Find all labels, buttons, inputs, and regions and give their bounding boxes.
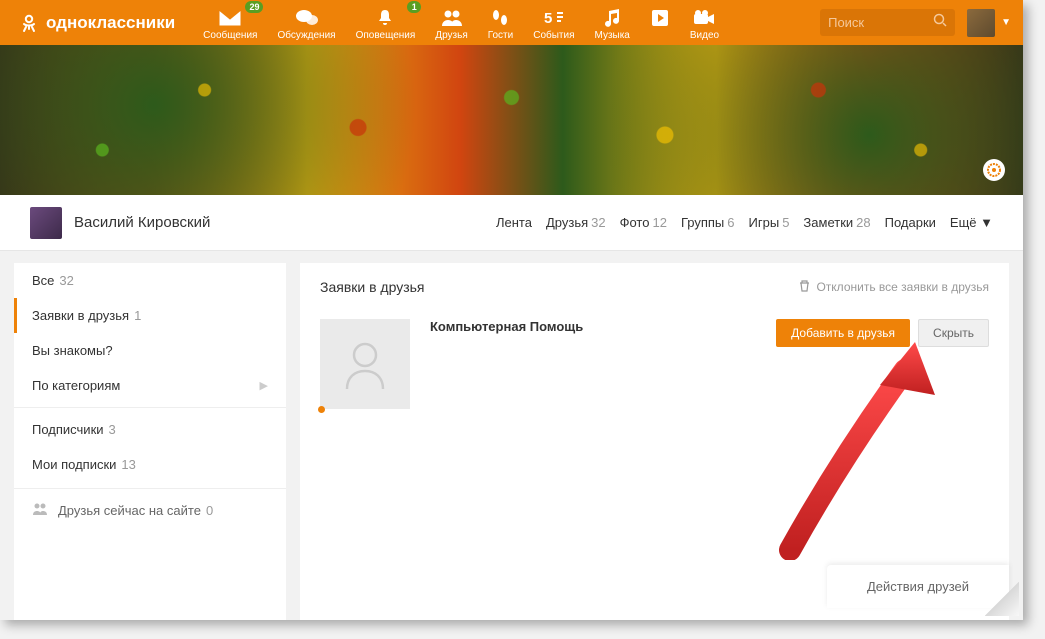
sidebar-item-all[interactable]: Все32 bbox=[14, 263, 286, 298]
nav-messages-label: Сообщения bbox=[203, 30, 257, 41]
nav-play[interactable] bbox=[640, 5, 680, 41]
ok-logo-icon bbox=[18, 12, 40, 34]
profile-tabs: Лента Друзья32 Фото12 Группы6 Игры5 Заме… bbox=[496, 215, 993, 230]
profile-bar: Василий Кировский Лента Друзья32 Фото12 … bbox=[0, 195, 1023, 251]
user-avatar[interactable] bbox=[967, 9, 995, 37]
sidebar: Все32 Заявки в друзья1 Вы знакомы? По ка… bbox=[14, 263, 286, 620]
cover-settings-icon[interactable] bbox=[983, 159, 1005, 181]
user-menu-caret-icon[interactable]: ▼ bbox=[1001, 17, 1011, 28]
profile-cover bbox=[0, 45, 1023, 195]
nav-events[interactable]: 5 События bbox=[523, 5, 584, 41]
brand-text: одноклассники bbox=[46, 13, 175, 33]
sidebar-item-subscriptions[interactable]: Мои подписки13 bbox=[14, 447, 286, 482]
tab-feed[interactable]: Лента bbox=[496, 215, 532, 230]
add-friend-button[interactable]: Добавить в друзья bbox=[776, 319, 910, 347]
bell-icon bbox=[375, 7, 395, 29]
svg-text:5: 5 bbox=[544, 10, 552, 27]
nav-play-label bbox=[658, 30, 661, 41]
tab-notes[interactable]: Заметки28 bbox=[803, 215, 870, 230]
badge-messages: 29 bbox=[245, 1, 263, 13]
topbar: одноклассники 29 Сообщения Обсуждения 1 … bbox=[0, 0, 1023, 45]
nav-music-label: Музыка bbox=[595, 30, 630, 41]
nav-events-label: События bbox=[533, 30, 574, 41]
nav-guests[interactable]: Гости bbox=[478, 5, 523, 41]
people-small-icon bbox=[32, 503, 48, 518]
profile-name[interactable]: Василий Кировский bbox=[74, 214, 210, 231]
nav-music[interactable]: Музыка bbox=[585, 5, 640, 41]
nav-friends-label: Друзья bbox=[435, 30, 467, 41]
sidebar-item-categories[interactable]: По категориям▶ bbox=[14, 368, 286, 403]
badge-notifications: 1 bbox=[407, 1, 421, 13]
content-title: Заявки в друзья bbox=[320, 279, 425, 295]
sidebar-item-subscribers[interactable]: Подписчики3 bbox=[14, 412, 286, 447]
nav-discussions[interactable]: Обсуждения bbox=[267, 5, 345, 41]
nav-friends[interactable]: Друзья bbox=[425, 5, 477, 41]
envelope-icon bbox=[218, 7, 242, 29]
online-dot-icon bbox=[318, 406, 325, 413]
logo[interactable]: одноклассники bbox=[18, 12, 175, 34]
video-icon bbox=[692, 7, 716, 29]
events-icon: 5 bbox=[543, 7, 565, 29]
nav-notifications-label: Оповещения bbox=[356, 30, 416, 41]
content-header: Заявки в друзья Отклонить все заявки в д… bbox=[320, 279, 989, 295]
sidebar-item-online[interactable]: Друзья сейчас на сайте0 bbox=[14, 488, 286, 532]
request-actions: Добавить в друзья Скрыть bbox=[776, 319, 989, 347]
footsteps-icon bbox=[489, 7, 511, 29]
nav-guests-label: Гости bbox=[488, 30, 513, 41]
sidebar-item-familiar[interactable]: Вы знакомы? bbox=[14, 333, 286, 368]
tab-more[interactable]: Ещё ▼ bbox=[950, 215, 993, 230]
hide-button[interactable]: Скрыть bbox=[918, 319, 989, 347]
nav-messages[interactable]: 29 Сообщения bbox=[193, 5, 267, 41]
profile-avatar[interactable] bbox=[30, 207, 62, 239]
tab-photo[interactable]: Фото12 bbox=[620, 215, 667, 230]
nav-items: 29 Сообщения Обсуждения 1 Оповещения Дру… bbox=[193, 5, 729, 41]
friend-request-row: Компьютерная Помощь Добавить в друзья Ск… bbox=[320, 313, 989, 415]
sidebar-item-requests[interactable]: Заявки в друзья1 bbox=[14, 298, 286, 333]
music-icon bbox=[602, 7, 622, 29]
page-curl-icon bbox=[985, 582, 1019, 616]
search-input[interactable] bbox=[828, 15, 933, 30]
sidebar-divider bbox=[14, 407, 286, 408]
people-icon bbox=[440, 7, 464, 29]
request-avatar[interactable] bbox=[320, 319, 410, 409]
search-icon[interactable] bbox=[933, 13, 947, 32]
nav-video[interactable]: Видео bbox=[680, 5, 729, 41]
chevron-right-icon: ▶ bbox=[260, 379, 268, 392]
nav-notifications[interactable]: 1 Оповещения bbox=[346, 5, 426, 41]
tab-friends[interactable]: Друзья32 bbox=[546, 215, 606, 230]
play-icon bbox=[650, 7, 670, 29]
friends-actions-bar[interactable]: Действия друзей bbox=[827, 565, 1009, 608]
reject-all-link[interactable]: Отклонить все заявки в друзья bbox=[799, 280, 989, 295]
nav-discussions-label: Обсуждения bbox=[277, 30, 335, 41]
trash-icon bbox=[799, 280, 810, 295]
tab-groups[interactable]: Группы6 bbox=[681, 215, 735, 230]
tab-gifts[interactable]: Подарки bbox=[885, 215, 936, 230]
request-name[interactable]: Компьютерная Помощь bbox=[430, 319, 583, 334]
search-box[interactable] bbox=[820, 9, 955, 36]
nav-video-label: Видео bbox=[690, 30, 719, 41]
chat-icon bbox=[295, 7, 319, 29]
tab-games[interactable]: Игры5 bbox=[749, 215, 790, 230]
